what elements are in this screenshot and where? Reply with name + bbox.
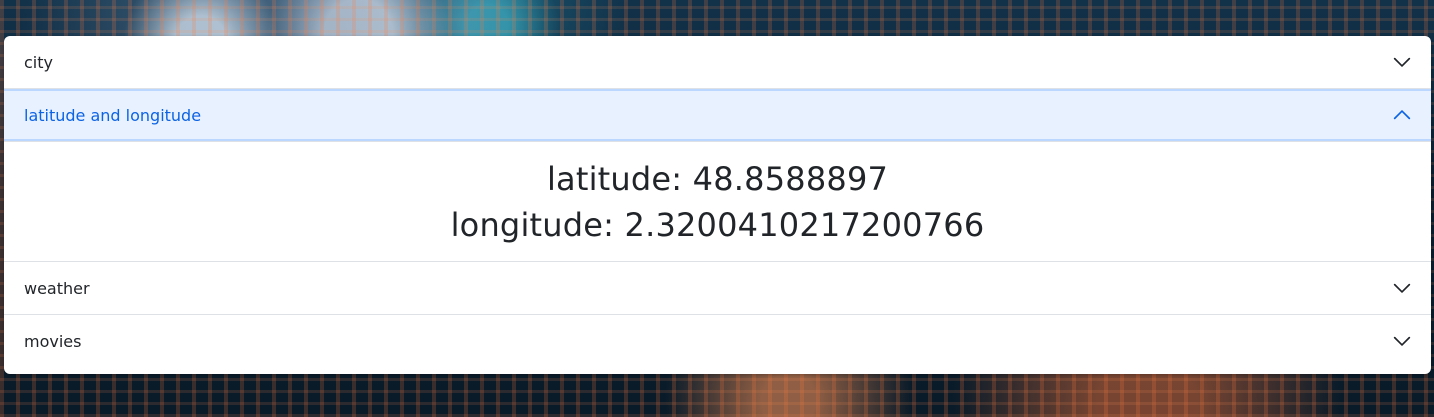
accordion-item-latitude-longitude: latitude and longitude latitude: 48.8588… <box>4 89 1431 262</box>
longitude-text: longitude: 2.3200410217200766 <box>450 205 985 244</box>
accordion-label-latitude-longitude: latitude and longitude <box>24 105 202 125</box>
accordion-header-city[interactable]: city <box>4 36 1431 88</box>
accordion-header-weather[interactable]: weather <box>4 262 1431 314</box>
latitude-text: latitude: 48.8588897 <box>546 159 889 198</box>
chevron-up-icon <box>1393 110 1411 120</box>
accordion: city latitude and longitude latitude: 48… <box>4 36 1431 374</box>
accordion-body-latitude-longitude: latitude: 48.8588897 longitude: 2.320041… <box>4 141 1431 261</box>
accordion-label-city: city <box>24 52 53 72</box>
chevron-down-icon <box>1393 57 1411 67</box>
chevron-down-icon <box>1393 283 1411 293</box>
chevron-down-icon <box>1393 336 1411 346</box>
accordion-item-city: city <box>4 36 1431 89</box>
accordion-label-movies: movies <box>24 331 82 351</box>
accordion-header-movies[interactable]: movies <box>4 315 1431 367</box>
accordion-item-weather: weather <box>4 262 1431 315</box>
accordion-item-movies: movies <box>4 315 1431 367</box>
accordion-label-weather: weather <box>24 278 90 298</box>
accordion-header-latitude-longitude[interactable]: latitude and longitude <box>4 89 1431 141</box>
